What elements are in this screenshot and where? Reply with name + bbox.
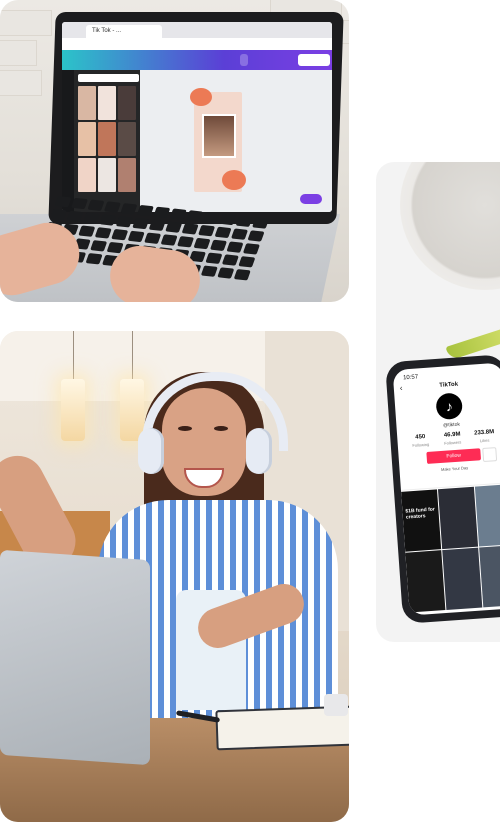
follow-button[interactable]: Follow <box>426 448 482 464</box>
keyboard-key <box>136 204 154 217</box>
ceramic-plate <box>400 162 500 290</box>
keyboard-key <box>214 226 232 239</box>
keyboard-key <box>111 228 129 241</box>
templates-search <box>78 74 139 82</box>
stat-following-label: Following <box>412 441 430 448</box>
keyboard-key <box>144 232 162 244</box>
topbar-create-button <box>202 54 210 66</box>
keyboard-key <box>78 225 96 237</box>
design-blob <box>190 88 212 106</box>
keyboard-key <box>127 230 145 243</box>
wall-brick <box>0 10 52 36</box>
keyboard-key <box>54 196 72 208</box>
keyboard-key <box>115 216 133 228</box>
keyboard-key <box>132 217 150 230</box>
left-ear-cup <box>138 428 164 474</box>
stat-followers-value: 46.9M <box>443 431 461 439</box>
template-thumb <box>118 122 136 156</box>
canvas-share-button <box>300 194 322 204</box>
wall-brick <box>0 70 42 96</box>
stat-likes-value: 233.8M <box>473 429 495 437</box>
tiktok-profile-screen: 10:57 ‹ TikTok ♪ @tiktok 450 46.9M 233.8… <box>392 362 500 616</box>
keyboard-key <box>233 269 251 281</box>
keyboard-key <box>247 230 265 242</box>
tiktok-logo-icon: ♪ <box>435 392 464 421</box>
laptop-photo-card: Tik Tok - ... <box>0 0 349 302</box>
keyboard-key <box>90 240 108 252</box>
phone-card-content: 10:57 ‹ TikTok ♪ @tiktok 450 46.9M 233.8… <box>376 162 500 642</box>
keyboard-key <box>238 256 256 268</box>
topbar-share-button <box>240 54 248 66</box>
editor-side-rail <box>62 70 74 212</box>
template-thumb <box>98 122 116 156</box>
template-thumb <box>78 86 96 120</box>
keyboard-key <box>242 243 260 255</box>
keyboard-key <box>181 223 199 235</box>
template-thumb <box>98 86 116 120</box>
video-tile[interactable]: $1B fund for creators <box>401 489 442 552</box>
instagram-icon[interactable] <box>482 447 498 463</box>
stat-likes-label: Likes <box>479 437 490 444</box>
template-thumb <box>118 158 136 192</box>
template-thumb <box>98 158 116 192</box>
right-ear-cup <box>246 428 272 474</box>
keyboard-key <box>165 221 183 233</box>
template-thumb <box>118 86 136 120</box>
lamp-cord <box>132 331 133 379</box>
keyboard-key <box>87 199 105 211</box>
video-tile[interactable] <box>479 545 500 608</box>
template-thumb <box>78 122 96 156</box>
keyboard-key <box>198 224 216 237</box>
laptop-screen: Tik Tok - ... <box>62 22 332 212</box>
keyboard-key <box>217 267 235 279</box>
keyboard-key <box>202 211 220 224</box>
keyboard-key <box>94 227 112 239</box>
keyboard-key <box>99 214 117 226</box>
keyboard-key <box>160 234 178 246</box>
keyboard-key <box>120 203 138 215</box>
keyboard-key <box>230 228 249 240</box>
keyboard-key <box>49 208 67 221</box>
keyboard-key <box>70 197 89 210</box>
lamp-cord <box>73 331 74 379</box>
keyboard-key <box>85 253 103 265</box>
keyboard-key <box>169 208 187 220</box>
keyboard-key <box>153 206 171 219</box>
video-tile[interactable] <box>437 486 479 550</box>
keyboard-key <box>66 210 84 223</box>
keyboard-key <box>177 236 195 248</box>
keyboard-key <box>226 241 244 253</box>
status-time: 10:57 <box>402 374 419 382</box>
design-blob <box>222 170 246 190</box>
topbar-pro-button <box>268 54 276 66</box>
keyboard-key <box>82 212 100 224</box>
editor-topbar <box>62 50 332 70</box>
pendant-lamp <box>61 379 85 441</box>
video-tile[interactable] <box>474 484 500 547</box>
template-thumb <box>78 158 96 192</box>
browser-tab: Tik Tok - ... <box>86 25 162 38</box>
browser-tab-bar: Tik Tok - ... <box>62 22 332 38</box>
video-tile[interactable] <box>405 550 446 613</box>
keyboard-key <box>219 213 237 226</box>
tile-caption: $1B fund for creators <box>405 506 436 521</box>
stat-following-value: 450 <box>415 434 426 441</box>
keyboard-key <box>186 210 204 222</box>
keyboard-key <box>235 215 253 227</box>
keyboard-key <box>193 237 211 250</box>
keyboard-key <box>148 219 166 231</box>
keyboard-key <box>200 265 218 277</box>
keyboard-key <box>209 239 228 252</box>
topbar-download-button <box>298 54 330 66</box>
keyboard-key <box>252 217 270 229</box>
stat-followers-label: Followers <box>444 439 462 446</box>
keyboard-key <box>221 254 239 266</box>
wall-brick <box>0 40 37 66</box>
keyboard-key <box>205 252 223 264</box>
video-tile[interactable] <box>442 547 483 610</box>
keyboard-key <box>103 201 121 213</box>
design-photo <box>202 114 236 158</box>
